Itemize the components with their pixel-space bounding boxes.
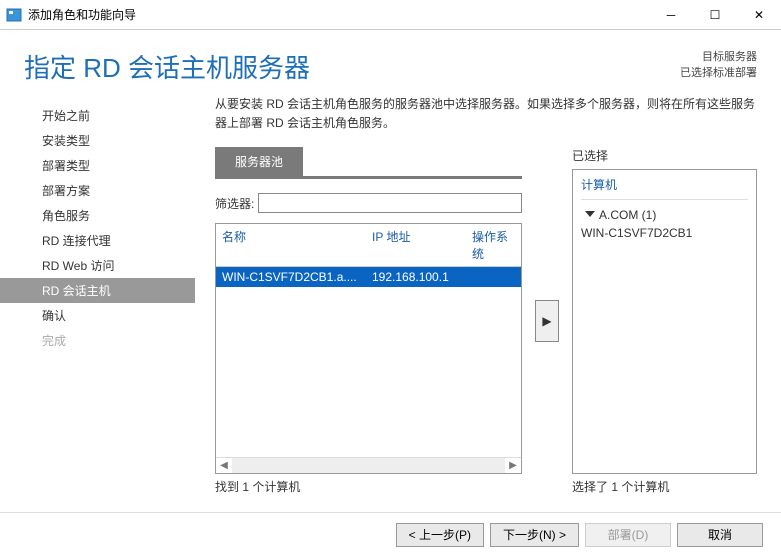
deploy-button: 部署(D) [585, 523, 671, 547]
sidebar: 开始之前 安装类型 部署类型 部署方案 角色服务 RD 连接代理 RD Web … [0, 95, 195, 495]
chevron-down-icon [585, 211, 595, 217]
target-server-label: 目标服务器 [680, 48, 757, 64]
status-right: 选择了 1 个计算机 [572, 478, 757, 495]
maximize-button[interactable]: ☐ [693, 0, 737, 29]
selected-panel: 已选择 计算机 A.COM (1) WIN-C1SVF7D2CB1 选择了 1 … [572, 147, 757, 495]
server-pool-panel: 服务器池 筛选器: 名称 IP 地址 操作系统 WIN-C1SVF7D2 [215, 147, 522, 495]
prev-button[interactable]: < 上一步(P) [396, 523, 484, 547]
close-button[interactable]: ✕ [737, 0, 781, 29]
tree-child[interactable]: WIN-C1SVF7D2CB1 [581, 226, 748, 240]
sidebar-item-install-type[interactable]: 安装类型 [0, 128, 195, 153]
scroll-track[interactable] [232, 458, 505, 473]
sidebar-item-role-services[interactable]: 角色服务 [0, 203, 195, 228]
tree-group[interactable]: A.COM (1) [589, 208, 748, 222]
scroll-left-icon[interactable]: ◀ [216, 460, 232, 471]
description-text: 从要安装 RD 会话主机角色服务的服务器池中选择服务器。如果选择多个服务器，则将… [215, 95, 757, 133]
next-button[interactable]: 下一步(N) > [490, 523, 579, 547]
content-panel: 从要安装 RD 会话主机角色服务的服务器池中选择服务器。如果选择多个服务器，则将… [195, 95, 781, 495]
tab-server-pool[interactable]: 服务器池 [215, 147, 303, 176]
tree-group-label: A.COM (1) [599, 208, 656, 222]
deployment-type-label: 已选择标准部署 [680, 64, 757, 80]
panels: 服务器池 筛选器: 名称 IP 地址 操作系统 WIN-C1SVF7D2 [215, 147, 757, 495]
header-right: 目标服务器 已选择标准部署 [680, 48, 757, 80]
titlebar: 添加角色和功能向导 ─ ☐ ✕ [0, 0, 781, 30]
tab-strip: 服务器池 [215, 147, 522, 179]
selected-label: 已选择 [572, 147, 757, 164]
window-title: 添加角色和功能向导 [28, 6, 649, 23]
table-hscroll[interactable]: ◀ ▶ [216, 457, 521, 473]
status-left: 找到 1 个计算机 [215, 478, 522, 495]
main-row: 开始之前 安装类型 部署类型 部署方案 角色服务 RD 连接代理 RD Web … [0, 95, 781, 495]
table-row[interactable]: WIN-C1SVF7D2CB1.a.... 192.168.100.1 [216, 267, 521, 287]
sidebar-item-begin[interactable]: 开始之前 [0, 103, 195, 128]
sidebar-item-complete: 完成 [0, 328, 195, 353]
sidebar-item-deploy-type[interactable]: 部署类型 [0, 153, 195, 178]
sidebar-item-confirm[interactable]: 确认 [0, 303, 195, 328]
sidebar-item-deploy-scenario[interactable]: 部署方案 [0, 178, 195, 203]
tree-header: 计算机 [581, 176, 748, 200]
table-header: 名称 IP 地址 操作系统 [216, 224, 521, 267]
move-right-button[interactable]: ▶ [535, 300, 559, 342]
filter-input[interactable] [258, 193, 522, 213]
col-ip[interactable]: IP 地址 [372, 228, 472, 262]
selected-tree: 计算机 A.COM (1) WIN-C1SVF7D2CB1 [572, 169, 757, 474]
sidebar-item-rd-session-host[interactable]: RD 会话主机 [0, 278, 195, 303]
wizard-body: 指定 RD 会话主机服务器 目标服务器 已选择标准部署 开始之前 安装类型 部署… [0, 30, 781, 495]
minimize-button[interactable]: ─ [649, 0, 693, 29]
move-column: ▶ [532, 147, 562, 495]
filter-row: 筛选器: [215, 193, 522, 213]
sidebar-item-rd-web[interactable]: RD Web 访问 [0, 253, 195, 278]
cancel-button[interactable]: 取消 [677, 523, 763, 547]
col-name[interactable]: 名称 [222, 228, 372, 262]
chevron-right-icon: ▶ [542, 314, 551, 328]
cell-os [472, 270, 515, 284]
server-table: 名称 IP 地址 操作系统 WIN-C1SVF7D2CB1.a.... 192.… [215, 223, 522, 474]
cell-name: WIN-C1SVF7D2CB1.a.... [222, 270, 372, 284]
table-body [216, 287, 521, 457]
header-row: 指定 RD 会话主机服务器 目标服务器 已选择标准部署 [0, 30, 781, 95]
cell-ip: 192.168.100.1 [372, 270, 472, 284]
scroll-right-icon[interactable]: ▶ [505, 460, 521, 471]
sidebar-item-rd-broker[interactable]: RD 连接代理 [0, 228, 195, 253]
window-buttons: ─ ☐ ✕ [649, 0, 781, 29]
page-title: 指定 RD 会话主机服务器 [24, 48, 680, 85]
footer: < 上一步(P) 下一步(N) > 部署(D) 取消 [0, 512, 781, 556]
filter-label: 筛选器: [215, 195, 254, 212]
col-os[interactable]: 操作系统 [472, 228, 515, 262]
app-icon [6, 7, 22, 23]
